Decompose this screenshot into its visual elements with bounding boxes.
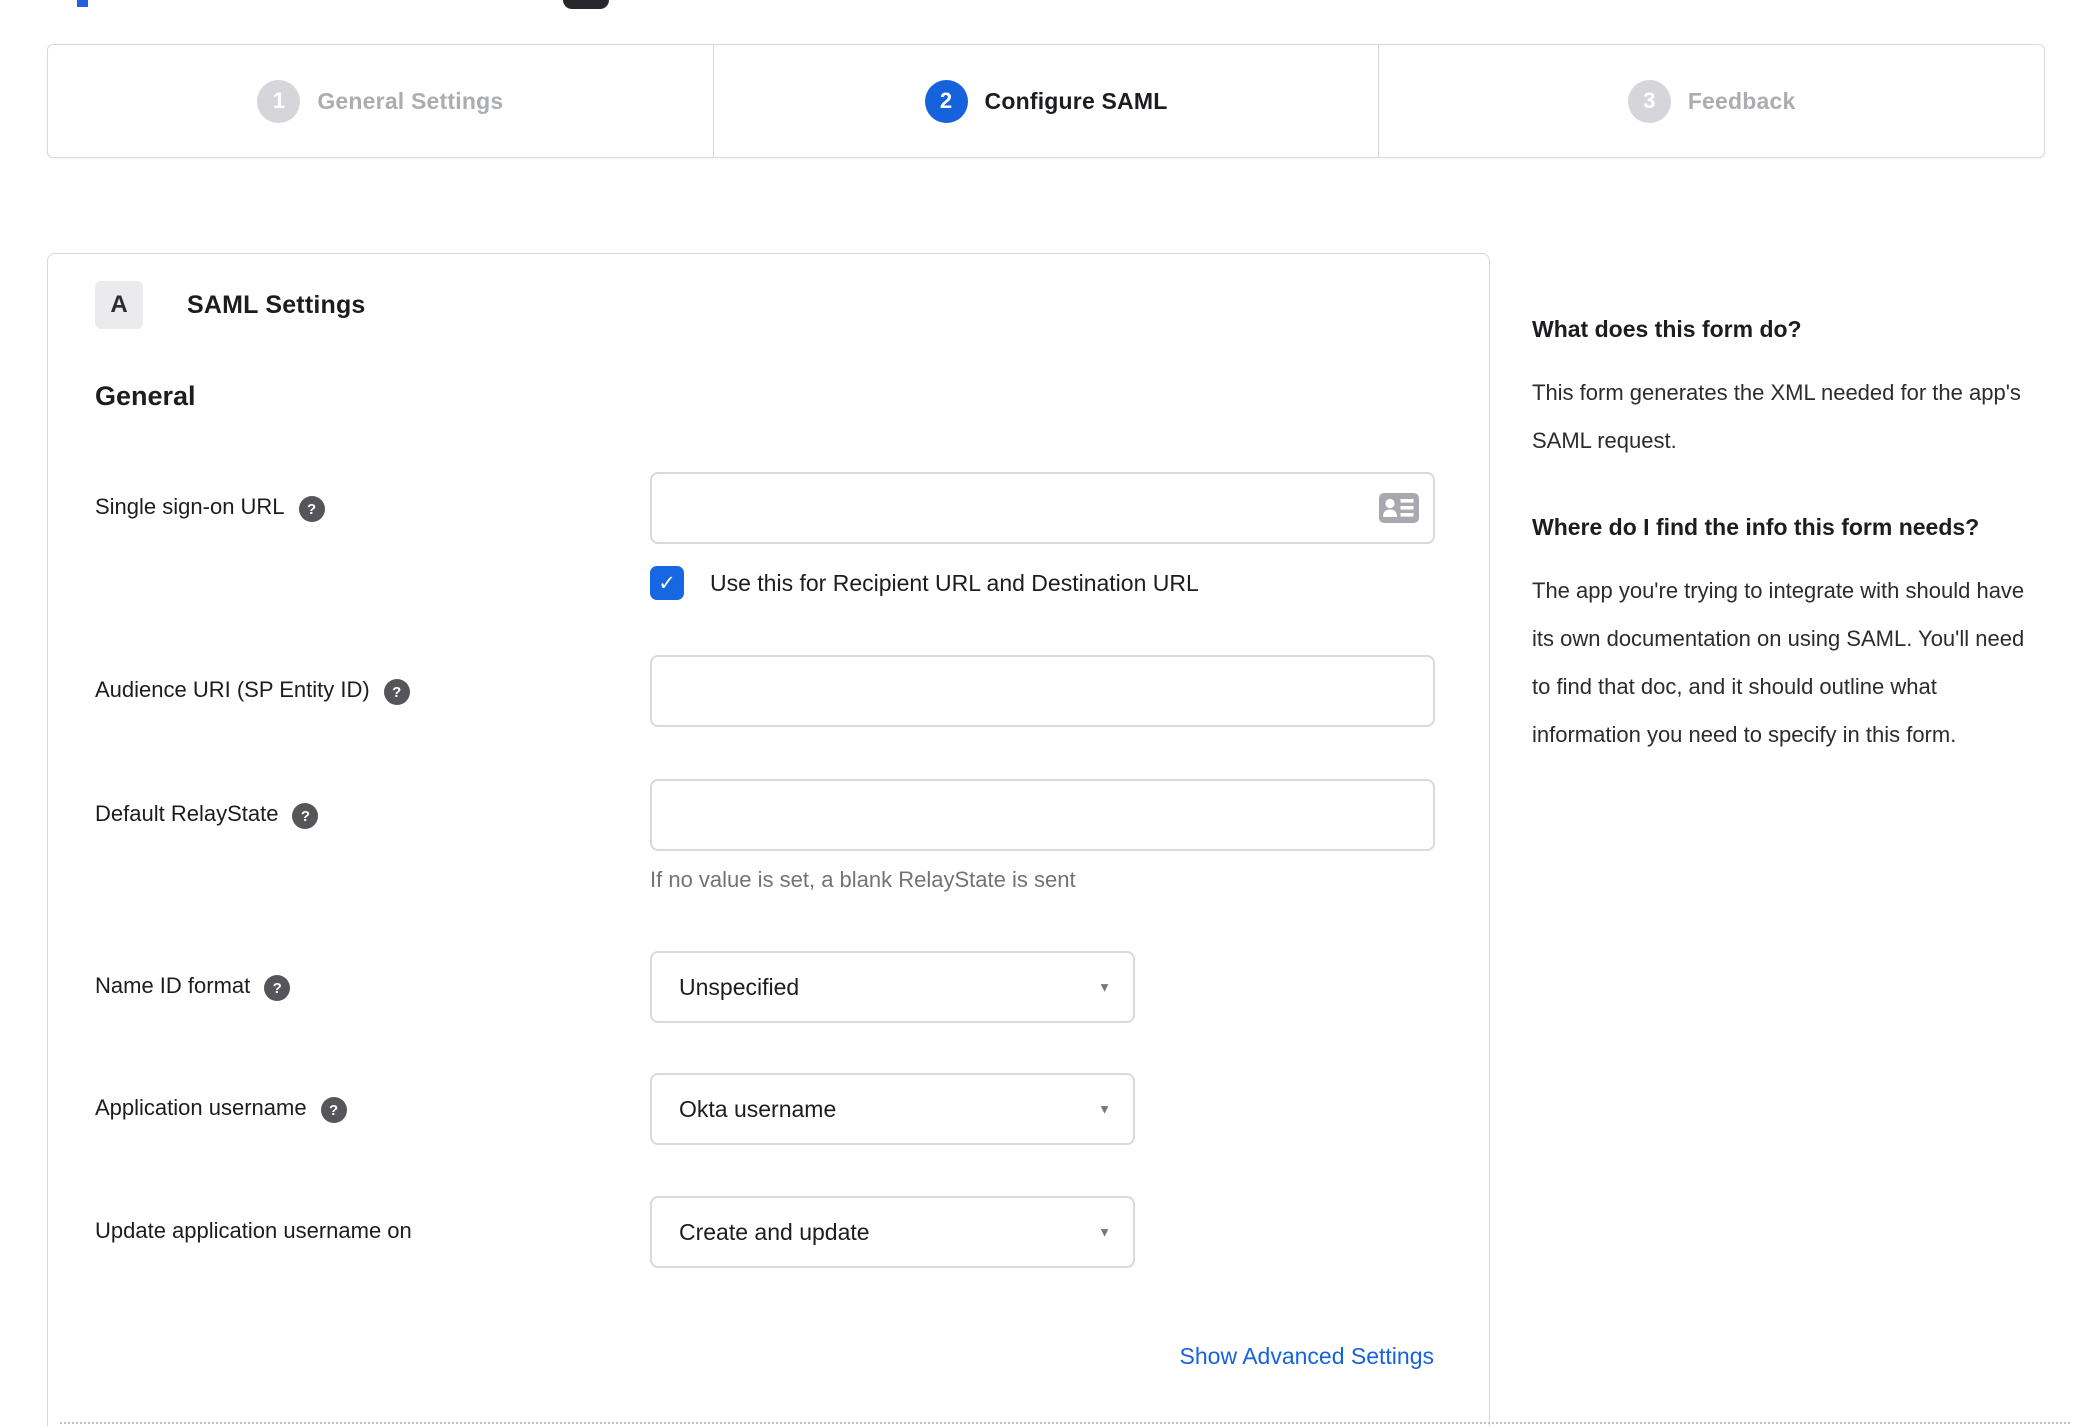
name-id-format-select[interactable]: Unspecified ▼ — [650, 951, 1135, 1023]
step-number-badge: 2 — [924, 79, 968, 123]
help-heading-what: What does this form do? — [1532, 316, 1802, 342]
field-row-sso-url: Single sign-on URL ? ✓ Use this for Reci… — [95, 472, 1436, 600]
selected-value: Okta username — [679, 1095, 837, 1122]
step-number-badge: 3 — [1627, 79, 1671, 123]
show-advanced-settings-link[interactable]: Show Advanced Settings — [1180, 1343, 1434, 1369]
field-label-name-id-format: Name ID format — [95, 973, 251, 998]
advanced-settings-row: Show Advanced Settings — [95, 1343, 1436, 1370]
use-for-recipient-checkbox[interactable]: ✓ — [650, 566, 684, 600]
recipient-url-checkbox-row: ✓ Use this for Recipient URL and Destina… — [650, 566, 1435, 600]
step-feedback[interactable]: 3 Feedback — [1378, 45, 2044, 157]
field-row-name-id-format: Name ID format ? Unspecified ▼ — [95, 951, 1436, 1023]
checkbox-label: Use this for Recipient URL and Destinati… — [710, 569, 1199, 596]
help-para-what: This form generates the XML needed for t… — [1532, 380, 2021, 453]
step-configure-saml[interactable]: 2 Configure SAML — [712, 45, 1379, 157]
relay-state-hint: If no value is set, a blank RelayState i… — [650, 867, 1076, 892]
help-icon[interactable]: ? — [320, 1097, 347, 1123]
general-heading: General — [95, 381, 196, 411]
section-title: SAML Settings — [187, 290, 366, 319]
logo-fragment — [77, 0, 88, 7]
section-a-badge: A — [95, 281, 143, 329]
step-label: Configure SAML — [984, 87, 1168, 114]
step-label: Feedback — [1687, 87, 1796, 114]
selected-value: Create and update — [679, 1218, 870, 1245]
field-label-sso-url: Single sign-on URL — [95, 494, 285, 519]
help-block-what: What does this form do? This form genera… — [1532, 311, 2037, 465]
section-header: A SAML Settings — [95, 281, 1436, 329]
saml-settings-panel: A SAML Settings General Single sign-on U… — [47, 253, 1490, 1426]
page-top-fragments — [0, 0, 2092, 10]
contact-card-icon[interactable] — [1379, 493, 1419, 528]
field-row-audience-uri: Audience URI (SP Entity ID) ? — [95, 655, 1436, 727]
field-label-update-username-on: Update application username on — [95, 1218, 412, 1243]
chevron-down-icon: ▼ — [1098, 1224, 1111, 1240]
help-sidebar: What does this form do? This form genera… — [1532, 253, 2037, 759]
step-label: General Settings — [317, 87, 504, 114]
selected-value: Unspecified — [679, 973, 800, 1000]
help-icon[interactable]: ? — [264, 975, 291, 1001]
help-icon[interactable]: ? — [292, 803, 319, 829]
step-number-badge: 1 — [257, 79, 301, 123]
audience-uri-input[interactable] — [650, 655, 1435, 727]
help-para-where: The app you're trying to integrate with … — [1532, 578, 2025, 747]
help-heading-where: Where do I find the info this form needs… — [1532, 514, 1980, 540]
update-username-on-select[interactable]: Create and update ▼ — [650, 1196, 1135, 1268]
wizard-stepper: 1 General Settings 2 Configure SAML 3 Fe… — [47, 44, 2045, 158]
sso-url-input[interactable] — [650, 472, 1435, 544]
app-icon-fragment — [563, 0, 609, 9]
step-general-settings[interactable]: 1 General Settings — [48, 45, 713, 157]
relay-state-input[interactable] — [650, 779, 1435, 851]
chevron-down-icon: ▼ — [1098, 979, 1111, 995]
field-label-audience-uri: Audience URI (SP Entity ID) — [95, 677, 370, 702]
field-row-application-username: Application username ? Okta username ▼ — [95, 1073, 1436, 1145]
field-row-update-username-on: Update application username on Create an… — [95, 1196, 1436, 1268]
help-icon[interactable]: ? — [383, 679, 410, 705]
help-block-where: Where do I find the info this form needs… — [1532, 509, 2037, 759]
field-row-relay-state: Default RelayState ? If no value is set,… — [95, 779, 1436, 893]
application-username-select[interactable]: Okta username ▼ — [650, 1073, 1135, 1145]
help-icon[interactable]: ? — [298, 496, 325, 522]
chevron-down-icon: ▼ — [1098, 1101, 1111, 1117]
field-label-relay-state: Default RelayState — [95, 801, 279, 826]
field-label-application-username: Application username — [95, 1095, 307, 1120]
section-divider-dashed — [60, 1422, 2070, 1424]
